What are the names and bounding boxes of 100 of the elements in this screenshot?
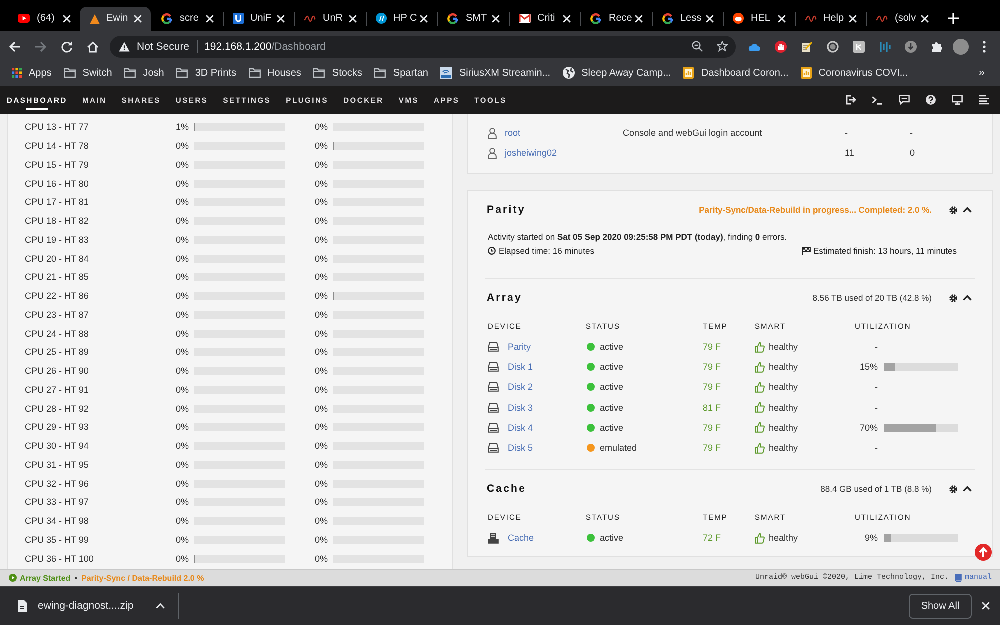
close-icon[interactable]: [62, 14, 70, 22]
cpu-percent: 0%: [174, 160, 189, 170]
caret-up-icon[interactable]: [963, 486, 972, 492]
user-link[interactable]: root: [505, 128, 521, 138]
close-icon[interactable]: [348, 14, 356, 22]
bookmark[interactable]: SiriusXM Streamin...: [440, 67, 551, 79]
back-icon[interactable]: [9, 40, 21, 52]
device-link[interactable]: Disk 5: [508, 443, 534, 454]
notepad-icon[interactable]: [801, 40, 813, 52]
browser-tab[interactable]: HEL: [723, 7, 794, 31]
browser-tab[interactable]: Ewin: [80, 7, 151, 31]
device-link[interactable]: Disk 4: [508, 422, 534, 433]
temperature-text: 79 F: [703, 422, 722, 433]
help-icon[interactable]: [926, 95, 936, 105]
menu-icon[interactable]: [983, 40, 986, 52]
caret-up-icon[interactable]: [963, 295, 972, 301]
bookmark[interactable]: 3D Prints: [176, 68, 236, 78]
address-bar[interactable]: Not Secure 192.168.1.200/Dashboard: [110, 36, 736, 58]
list-icon[interactable]: [979, 95, 989, 105]
device-link[interactable]: Cache: [508, 533, 534, 544]
close-icon[interactable]: [563, 14, 571, 22]
gear-icon[interactable]: [949, 206, 958, 214]
monitor-icon[interactable]: [952, 95, 963, 105]
close-icon[interactable]: [778, 14, 786, 22]
user-link[interactable]: josheiwing02: [505, 148, 558, 158]
browser-tab[interactable]: Help: [794, 7, 866, 31]
security-label[interactable]: Not Secure: [137, 40, 190, 52]
home-icon[interactable]: [87, 40, 99, 52]
close-icon[interactable]: [634, 14, 642, 22]
cpu-percent: 0%: [174, 497, 189, 508]
bookmark[interactable]: Apps: [12, 68, 52, 78]
device-link[interactable]: Parity: [508, 342, 532, 352]
ring-icon[interactable]: [827, 40, 839, 52]
envelope-icon: [518, 14, 530, 23]
close-icon[interactable]: [206, 14, 214, 22]
gear-icon[interactable]: [949, 294, 958, 302]
device-link[interactable]: Disk 3: [508, 402, 534, 413]
bookmark[interactable]: Stocks: [313, 68, 362, 78]
array-state-text: Array Started: [20, 574, 71, 582]
browser-tab[interactable]: HP C: [366, 7, 437, 31]
bookmark[interactable]: Dashboard Coron...: [683, 67, 789, 79]
tile-icon[interactable]: [853, 40, 865, 52]
caret-up-icon[interactable]: [963, 207, 972, 213]
bookmark[interactable]: Houses: [248, 68, 302, 78]
browser-tab[interactable]: Less: [652, 7, 723, 31]
close-icon[interactable]: [849, 14, 857, 22]
zoom-icon[interactable]: [692, 41, 703, 52]
close-icon[interactable]: [920, 14, 928, 22]
chat-icon[interactable]: [899, 95, 910, 105]
thumbs-up-icon: [755, 532, 765, 544]
cpu-percent: 0%: [174, 328, 189, 339]
folder-icon: [176, 68, 188, 78]
hand-icon[interactable]: [775, 40, 787, 52]
browser-tab[interactable]: Rece: [580, 7, 652, 31]
browser-tab[interactable]: UniF: [222, 7, 294, 31]
bookmark[interactable]: Josh: [124, 68, 164, 78]
bookmarks-overflow-button[interactable]: »: [978, 67, 985, 79]
browser-tab[interactable]: (64): [8, 7, 80, 31]
avatar-icon[interactable]: [953, 38, 969, 54]
device-link[interactable]: Disk 1: [508, 362, 534, 372]
utilization-text: -: [874, 342, 878, 352]
cpu-percent: 0%: [174, 141, 189, 152]
bookmark[interactable]: Coronavirus COVI...: [800, 67, 908, 79]
bookmark[interactable]: Switch: [64, 68, 112, 78]
device-link[interactable]: Disk 2: [508, 382, 534, 392]
bookmark[interactable]: Spartan: [374, 68, 428, 78]
section-title: Parity: [487, 204, 526, 216]
browser-tab[interactable]: SMT: [437, 7, 508, 31]
scroll-top-button[interactable]: [975, 544, 992, 561]
hard-drive-icon: [488, 443, 499, 454]
browser-tab[interactable]: (solv: [866, 7, 938, 31]
download-icon[interactable]: [905, 40, 917, 52]
download-item[interactable]: ewing-diagnost....zip: [18, 600, 134, 612]
terminal-icon[interactable]: [872, 96, 883, 104]
logout-icon[interactable]: [846, 95, 856, 105]
folder-icon: [64, 68, 76, 78]
forward-icon[interactable]: [35, 40, 47, 52]
new-tab-icon[interactable]: [948, 13, 958, 24]
close-icon[interactable]: [134, 14, 142, 22]
close-icon[interactable]: [420, 14, 428, 22]
cpu-percent: 0%: [174, 310, 189, 320]
status-text: active: [600, 422, 624, 433]
close-icon[interactable]: [982, 602, 990, 610]
close-icon[interactable]: [706, 14, 714, 22]
puzzle-icon[interactable]: [931, 40, 943, 52]
close-icon[interactable]: [277, 14, 285, 22]
star-icon[interactable]: [717, 41, 728, 52]
bars-icon[interactable]: [879, 40, 891, 52]
close-icon[interactable]: [492, 14, 500, 22]
chart-doc-icon: [683, 67, 694, 79]
browser-tab[interactable]: scre: [151, 7, 222, 31]
gear-icon[interactable]: [949, 484, 958, 494]
bookmark[interactable]: Sleep Away Camp...: [562, 67, 672, 79]
cpu-label: CPU 26 - HT 90: [25, 366, 90, 376]
reload-icon[interactable]: [61, 40, 73, 52]
browser-tab[interactable]: Criti: [508, 7, 580, 31]
show-all-button[interactable]: Show All: [909, 594, 972, 618]
browser-tab[interactable]: UnR: [294, 7, 366, 31]
cloud-icon[interactable]: [748, 42, 761, 52]
activity-text: Parity-Sync / Data-Rebuild 2.0 %: [82, 574, 204, 582]
